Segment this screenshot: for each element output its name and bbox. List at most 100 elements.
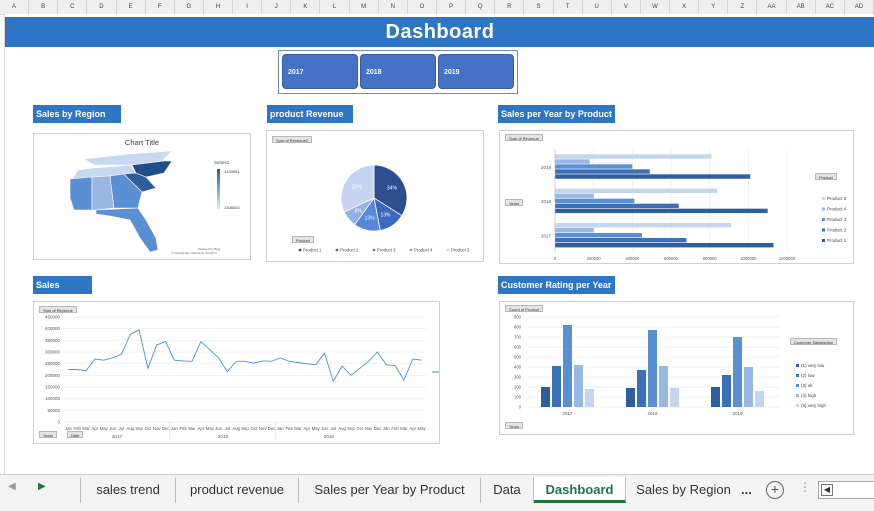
line-x-month-label: Apr [92,426,99,431]
column-header-k[interactable]: K [291,0,321,14]
column-header-q[interactable]: Q [466,0,496,14]
year-slicer-2018[interactable]: 2018 [360,54,436,89]
pie-legend-label-3: Product 3 [377,248,396,253]
hbar-bar-product-2 [555,203,679,209]
trend-years-button[interactable]: Years [39,431,58,438]
trend-field-button[interactable]: Sum of Revenue [39,306,77,313]
column-header-s[interactable]: S [524,0,554,14]
pie-legend-label-5: Product 5 [451,248,470,253]
line-x-month-label: Jul [331,426,337,431]
sales-by-region-map-chart[interactable]: Chart Title Series1 1433951 1308503 Powe… [33,133,251,260]
column-header-v[interactable]: V [612,0,641,14]
hbar-x-tick-label: 1000000 [740,256,757,261]
line-y-tick-label: 0 [57,420,60,425]
tab-dashboard[interactable]: Dashboard [534,477,626,503]
bar-legend-product-button[interactable]: Product [815,173,837,180]
pie-legend-marker-2 [335,248,339,252]
tab-sales-by-region[interactable]: Sales by Region [626,477,741,503]
line-x-month-label: Jun [109,426,117,431]
column-header-x[interactable]: X [670,0,700,14]
hbar-legend-label: Product 3 [827,217,847,222]
column-header-i[interactable]: I [233,0,263,14]
more-tabs-ellipsis[interactable]: ... [741,477,752,503]
column-header-h[interactable]: H [204,0,234,14]
rating-years-button[interactable]: Years [505,422,524,429]
region-map-svg: Chart Title Series1 1433951 1308503 Powe… [69,138,240,255]
column-header-g[interactable]: G [175,0,204,14]
column-header-j[interactable]: J [262,0,292,14]
column-header-n[interactable]: N [379,0,408,14]
hbar-bar-product-2 [555,169,650,174]
column-header-u[interactable]: U [583,0,612,14]
column-header-ac[interactable]: AC [816,0,845,14]
scroll-right-icon[interactable]: ▶ [38,481,46,492]
hbar-bar-product-4 [555,193,594,199]
year-slicer-2019[interactable]: 2019 [438,54,514,89]
column-header-a[interactable]: A [0,0,30,14]
column-header-ab[interactable]: AB [787,0,816,14]
worksheet-canvas: Dashboard 2017 2018 2019 Sales by Region… [4,14,874,474]
tab-sales-trend[interactable]: sales trend [80,477,176,503]
sales-per-year-bar-panel[interactable]: Sum of Revenue Years Product 0 200000 4000… [499,130,854,264]
tab-product-revenue[interactable]: product revenue [176,477,299,503]
line-x-month-label: Aug [232,426,240,431]
rating-legend-button[interactable]: Customer Satisfaction [790,338,838,345]
column-header-w[interactable]: W [641,0,671,14]
bar-field-button[interactable]: Sum of Revenue [505,134,543,141]
tab-data[interactable]: Data [481,477,534,503]
column-header-c[interactable]: C [58,0,88,14]
line-x-month-label: Jun [215,426,223,431]
line-series-total [68,329,422,383]
column-header-p[interactable]: P [437,0,467,14]
pie-field-button[interactable]: Sum of Revenue2 [272,136,313,143]
column-header-o[interactable]: O [408,0,437,14]
map-legend-min: 1308503 [224,205,240,210]
column-header-aa[interactable]: AA [757,0,787,14]
column-header-m[interactable]: M [350,0,379,14]
column-header-f[interactable]: F [146,0,175,14]
line-x-month-label: Mar [294,426,302,431]
column-header-e[interactable]: E [117,0,146,14]
line-x-month-label: Apr [303,426,310,431]
pie-slices: 34%13%13%8%32% [340,164,408,232]
scrollbar-left-arrow-icon[interactable]: ◀ [821,484,833,496]
vbar-bar-4 [574,365,583,407]
column-header-y[interactable]: Y [699,0,729,14]
product-revenue-pie-panel[interactable]: Sum of Revenue2 34% 13% 13% 8% 32% Product 1… [266,130,484,262]
column-header-t[interactable]: T [554,0,583,14]
scroll-left-icon[interactable]: ◀ [8,481,16,492]
vbar-bar-5 [670,388,679,407]
vbar-bar-3 [563,325,572,407]
column-header-d[interactable]: D [87,0,117,14]
trend-date-button[interactable]: Date [67,431,84,438]
pie-legend-label-1: Product 1 [303,248,322,253]
year-slicer-2017[interactable]: 2017 [282,54,358,89]
hbar-bar-product-1 [555,243,774,248]
tab-sales-per-year-by-product[interactable]: Sales per Year by Product [299,477,481,503]
tab-options-icon[interactable]: ⋮ [799,480,811,494]
hbar-bar-product-5 [555,188,718,194]
add-sheet-icon[interactable]: + [766,481,784,499]
bar-years-button[interactable]: Years [505,199,524,206]
horizontal-scrollbar[interactable]: ◀ [818,481,874,499]
vbar-bar-3 [733,337,742,407]
customer-rating-bar-panel[interactable]: Count of Product Years Customer Satisfac… [499,301,854,435]
hbar-bar-product-5 [555,223,731,228]
pie-product-filter-button[interactable]: Product [292,236,314,243]
column-header-ad[interactable]: AD [845,0,874,14]
column-header-r[interactable]: R [495,0,525,14]
vbar-bar-1 [711,387,720,407]
line-x-month-label: May [312,426,321,431]
column-header-l[interactable]: L [320,0,350,14]
sales-trending-line-panel[interactable]: Sum of Revenue Years Date 0 50000 100000 15… [33,301,454,444]
line-x-month-label: Feb [391,426,399,431]
hbar-legend-label: Product 5 [827,196,847,201]
line-y-tick-label: 300000 [45,350,61,355]
vbar-bar-4 [659,366,668,407]
line-x-month-label: Dec [268,426,276,431]
column-header-b[interactable]: B [29,0,59,14]
vbar-bars: 0 100 200 300 400 500 600 700 800 900 2017 2018 2019 [514,315,780,416]
pie-legend-marker-3 [372,248,376,252]
rating-field-button[interactable]: Count of Product [505,305,544,312]
column-header-z[interactable]: Z [728,0,758,14]
